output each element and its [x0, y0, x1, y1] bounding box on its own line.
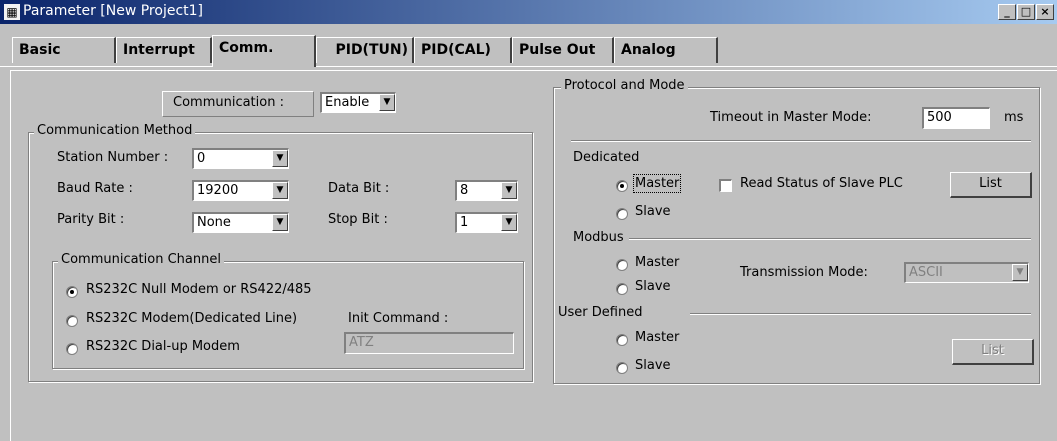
parity-bit-value: None	[197, 215, 231, 230]
dedicated-list-button[interactable]: List	[950, 172, 1032, 198]
divider	[690, 313, 1031, 315]
user-list-button: List	[952, 339, 1034, 365]
dedicated-label: Dedicated	[573, 150, 640, 165]
dial-up-label[interactable]: RS232C Dial-up Modem	[86, 339, 240, 354]
null-modem-radio[interactable]	[66, 286, 78, 298]
transmission-mode-value: ASCII	[909, 265, 943, 280]
dedicated-line-radio[interactable]	[66, 315, 78, 327]
chevron-down-icon[interactable]: ▼	[379, 94, 395, 111]
chevron-down-icon[interactable]: ▼	[272, 150, 288, 167]
chevron-down-icon[interactable]: ▼	[501, 214, 517, 231]
baud-rate-value: 19200	[197, 183, 239, 198]
modbus-slave-radio[interactable]	[616, 283, 628, 295]
tab-divider	[0, 66, 1057, 67]
user-master-radio[interactable]	[616, 334, 628, 346]
dedicated-slave-label[interactable]: Slave	[635, 204, 671, 219]
communication-channel-title: Communication Channel	[58, 252, 224, 267]
tab-comm[interactable]: Comm.	[212, 35, 316, 67]
timeout-unit: ms	[1004, 110, 1024, 125]
stop-bit-label: Stop Bit :	[328, 212, 388, 227]
read-status-checkbox[interactable]	[719, 179, 732, 192]
timeout-field[interactable]: 500	[922, 107, 990, 129]
tab-analog[interactable]: Analog	[614, 37, 718, 63]
transmission-mode-label: Transmission Mode:	[740, 265, 868, 280]
tab-basic[interactable]: Basic	[12, 37, 116, 63]
modbus-label: Modbus	[573, 230, 624, 245]
user-slave-label[interactable]: Slave	[635, 358, 671, 373]
communication-combo[interactable]: Enable ▼	[320, 92, 396, 113]
maximize-button[interactable]: □	[1017, 4, 1035, 20]
user-defined-label: User Defined	[558, 305, 643, 320]
user-slave-radio[interactable]	[616, 362, 628, 374]
chevron-down-icon[interactable]: ▼	[272, 214, 288, 231]
transmission-mode-combo: ASCII ▼	[904, 262, 1029, 283]
modbus-slave-label[interactable]: Slave	[635, 279, 671, 294]
divider	[571, 140, 1031, 142]
dial-up-radio[interactable]	[66, 343, 78, 355]
dedicated-master-label[interactable]: Master	[632, 174, 682, 193]
dedicated-line-label[interactable]: RS232C Modem(Dedicated Line)	[86, 311, 297, 326]
tab-interrupt[interactable]: Interrupt	[116, 37, 212, 63]
null-modem-label[interactable]: RS232C Null Modem or RS422/485	[86, 282, 312, 297]
minimize-button[interactable]: _	[998, 4, 1016, 20]
data-bit-value: 8	[460, 183, 469, 198]
window-title: Parameter [New Project1]	[23, 3, 204, 19]
protocol-mode-title: Protocol and Mode	[561, 78, 688, 93]
chevron-down-icon[interactable]: ▼	[272, 182, 288, 199]
dedicated-slave-radio[interactable]	[616, 208, 628, 220]
data-bit-label: Data Bit :	[328, 181, 390, 196]
app-icon: ▦	[4, 4, 20, 20]
tab-pulse-out[interactable]: Pulse Out	[512, 37, 614, 63]
modbus-master-label[interactable]: Master	[635, 255, 679, 270]
baud-rate-combo[interactable]: 19200 ▼	[192, 180, 289, 201]
communication-value: Enable	[325, 95, 370, 110]
communication-label: Communication :	[173, 95, 284, 110]
stop-bit-value: 1	[460, 215, 469, 230]
parity-bit-label: Parity Bit :	[57, 212, 125, 227]
tab-pid-tun[interactable]: PID(TUN)	[316, 37, 414, 63]
data-bit-combo[interactable]: 8 ▼	[455, 180, 518, 201]
station-number-combo[interactable]: 0 ▼	[192, 148, 289, 169]
init-command-label: Init Command :	[348, 311, 449, 326]
communication-method-title: Communication Method	[34, 123, 196, 138]
chevron-down-icon: ▼	[1012, 264, 1028, 281]
parity-bit-combo[interactable]: None ▼	[192, 212, 289, 233]
chevron-down-icon[interactable]: ▼	[501, 182, 517, 199]
timeout-label: Timeout in Master Mode:	[710, 110, 872, 125]
init-command-field: ATZ	[344, 332, 514, 354]
init-command-value: ATZ	[349, 335, 374, 350]
station-number-value: 0	[197, 151, 206, 166]
timeout-value: 500	[927, 110, 952, 125]
close-button[interactable]: ×	[1036, 4, 1054, 20]
user-master-label[interactable]: Master	[635, 330, 679, 345]
baud-rate-label: Baud Rate :	[57, 181, 133, 196]
divider	[629, 238, 1031, 240]
stop-bit-combo[interactable]: 1 ▼	[455, 212, 518, 233]
read-status-label[interactable]: Read Status of Slave PLC	[740, 176, 903, 191]
tab-pid-cal[interactable]: PID(CAL)	[414, 37, 512, 63]
station-number-label: Station Number :	[57, 150, 169, 165]
dedicated-master-radio[interactable]	[616, 180, 628, 192]
modbus-master-radio[interactable]	[616, 259, 628, 271]
